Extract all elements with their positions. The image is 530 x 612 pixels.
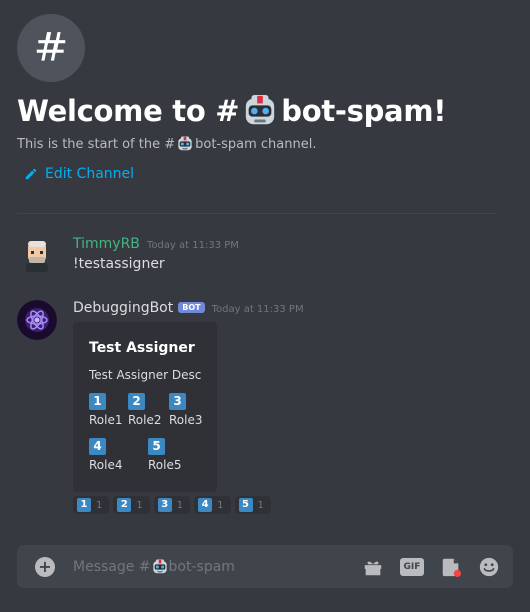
divider <box>17 213 497 214</box>
placeholder-suffix: bot-spam <box>168 558 235 575</box>
keycap-5-icon: 5 <box>238 498 253 512</box>
gif-icon[interactable]: GIF <box>400 557 424 576</box>
role-label: Role2 <box>128 413 162 427</box>
avatar[interactable] <box>17 236 57 276</box>
bot-badge: BOT <box>178 302 205 313</box>
keycap-5-icon: 5 <box>148 438 165 455</box>
keycap-3-icon: 3 <box>157 498 172 512</box>
upload-plus-icon[interactable]: + <box>35 556 55 577</box>
role-label: Role1 <box>89 413 123 427</box>
message-composer[interactable]: + Message # bot-spam GIF <box>17 545 513 588</box>
reactions: 1 1 2 1 3 1 4 1 5 1 <box>73 496 503 514</box>
avatar[interactable] <box>17 300 57 340</box>
username[interactable]: DebuggingBot <box>73 300 173 316</box>
reaction-count: 1 <box>96 499 103 511</box>
robot-emoji-icon <box>243 94 277 128</box>
role-label: Role4 <box>89 458 123 472</box>
channel-header: Welcome to # bot-spam! This is the start… <box>17 14 497 182</box>
role-label: Role5 <box>148 458 182 472</box>
keycap-1-icon: 1 <box>77 498 91 512</box>
keycap-2-icon: 2 <box>117 498 132 512</box>
edit-channel-link[interactable]: Edit Channel <box>24 166 497 182</box>
gif-label: GIF <box>400 557 424 576</box>
reaction-button[interactable]: 1 1 <box>73 496 110 514</box>
timestamp: Today at 11:33 PM <box>146 240 239 251</box>
role-item: 4 Role4 <box>89 435 129 472</box>
timestamp: Today at 11:33 PM <box>211 304 304 315</box>
edit-channel-label: Edit Channel <box>45 166 135 182</box>
welcome-heading: Welcome to # bot-spam! <box>17 94 497 128</box>
role-item: 5 Role5 <box>148 435 188 472</box>
embed-description: Test Assigner Desc <box>89 368 202 382</box>
reaction-button[interactable]: 3 1 <box>153 496 191 514</box>
reaction-count: 1 <box>176 499 184 511</box>
robot-emoji-icon <box>177 136 193 152</box>
message-input[interactable]: Message # bot-spam <box>73 559 346 575</box>
reaction-count: 1 <box>257 499 264 511</box>
keycap-4-icon: 4 <box>198 498 213 512</box>
role-grid: 1 Role1 2 Role2 3 Role3 4 Role4 5 Role5 <box>89 390 217 480</box>
reaction-button[interactable]: 5 1 <box>234 496 271 514</box>
robot-emoji-icon <box>152 559 168 575</box>
message-text: !testassigner <box>73 256 165 272</box>
role-label: Role3 <box>169 413 203 427</box>
intro-prefix: This is the start of the # <box>17 136 176 152</box>
role-item: 1 Role1 <box>89 390 129 427</box>
placeholder-prefix: Message # <box>73 558 151 575</box>
role-item: 3 Role3 <box>169 390 209 427</box>
pencil-icon <box>25 168 37 180</box>
reaction-count: 1 <box>136 499 143 511</box>
channel-intro: This is the start of the # bot-spam chan… <box>17 136 497 152</box>
welcome-suffix: bot-spam! <box>281 94 447 128</box>
keycap-3-icon: 3 <box>169 393 186 410</box>
welcome-prefix: Welcome to # <box>17 94 240 128</box>
keycap-1-icon: 1 <box>89 393 106 410</box>
embed-title: Test Assigner <box>89 340 195 356</box>
keycap-2-icon: 2 <box>128 393 145 410</box>
sticker-icon[interactable] <box>440 556 462 578</box>
emoji-icon[interactable] <box>478 556 500 578</box>
gift-icon[interactable] <box>362 556 384 578</box>
role-item: 2 Role2 <box>128 390 168 427</box>
reaction-button[interactable]: 4 1 <box>194 496 231 514</box>
reaction-count: 1 <box>217 499 224 511</box>
channel-hash-icon <box>17 14 85 82</box>
keycap-4-icon: 4 <box>89 438 106 455</box>
embed: Test Assigner Test Assigner Desc 1 Role1… <box>73 322 217 492</box>
intro-suffix: bot-spam channel. <box>195 136 317 152</box>
username[interactable]: TimmyRB <box>73 236 140 252</box>
reaction-button[interactable]: 2 1 <box>113 496 150 514</box>
